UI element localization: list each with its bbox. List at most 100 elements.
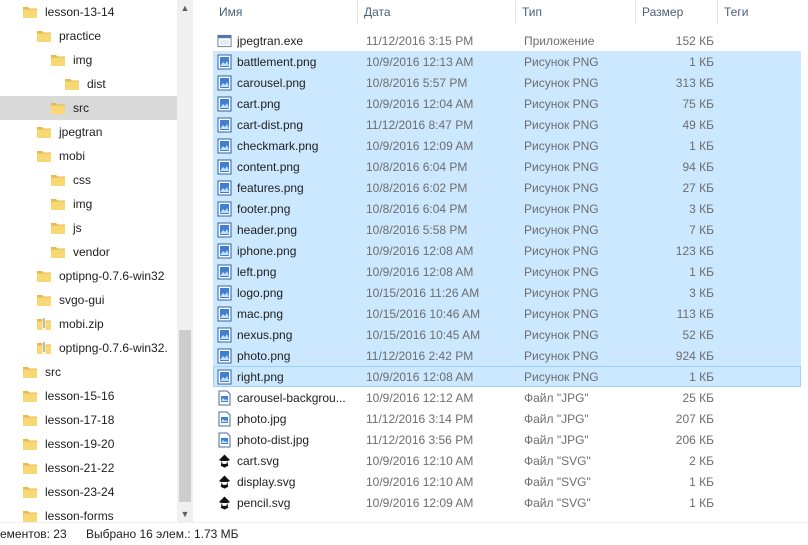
tree-item[interactable]: css <box>0 168 177 192</box>
tree-item[interactable]: dist <box>0 72 177 96</box>
png-icon <box>217 117 232 133</box>
folder-icon <box>22 412 38 428</box>
file-date: 11/12/2016 8:47 PM <box>366 118 474 132</box>
file-row[interactable]: mac.png 10/15/2016 10:46 AM Рисунок PNG 113… <box>213 303 801 324</box>
folder-icon <box>36 28 52 44</box>
file-row[interactable]: photo.jpg 11/12/2016 3:14 PM Файл "JPG" 207… <box>213 408 801 429</box>
file-row[interactable]: photo-dist.jpg 11/12/2016 3:56 PM Файл "JP… <box>213 429 801 450</box>
file-row[interactable]: left.png 10/9/2016 12:08 AM Рисунок PNG 1 К… <box>213 261 801 282</box>
tree-item[interactable]: src <box>0 360 177 384</box>
file-name: features.png <box>237 181 304 195</box>
file-row[interactable]: iphone.png 10/9/2016 12:08 AM Рисунок PNG 1… <box>213 240 801 261</box>
file-row[interactable]: cart-dist.png 11/12/2016 8:47 PM Рисунок P… <box>213 114 801 135</box>
tree-item-label: svgo-gui <box>59 293 105 307</box>
file-type: Рисунок PNG <box>524 223 599 237</box>
file-row[interactable]: cart.svg 10/9/2016 12:10 AM Файл "SVG" 2 КБ <box>213 450 801 471</box>
tree-item-label: lesson-15-16 <box>45 389 115 403</box>
tree-item[interactable]: vendor <box>0 240 177 264</box>
file-type: Файл "JPG" <box>524 391 589 405</box>
file-type: Файл "SVG" <box>524 454 591 468</box>
folder-icon <box>50 220 66 236</box>
folder-icon <box>50 172 66 188</box>
file-size: 94 КБ <box>682 160 714 174</box>
tree-item-label: lesson-17-18 <box>45 413 115 427</box>
file-type: Рисунок PNG <box>524 328 599 342</box>
svg-inkscape-icon <box>217 474 232 490</box>
tree-item[interactable]: lesson-13-14 <box>0 0 177 24</box>
tree-item[interactable]: lesson-15-16 <box>0 384 177 408</box>
file-date: 10/15/2016 10:46 AM <box>366 307 481 321</box>
navigation-scrollbar[interactable]: ▲ ▼ <box>177 0 193 522</box>
file-name: left.png <box>237 265 277 279</box>
navigation-pane: lesson-13-14 practice img dist src jpegtran mo… <box>0 0 193 522</box>
file-name: checkmark.png <box>237 139 319 153</box>
file-row[interactable]: features.png 10/8/2016 6:02 PM Рисунок PNG… <box>213 177 801 198</box>
file-date: 11/12/2016 3:15 PM <box>366 34 474 48</box>
folder-icon <box>50 196 66 212</box>
tree-item[interactable]: src <box>0 96 177 120</box>
jpg-icon <box>217 432 232 448</box>
column-header-size[interactable]: Размер <box>636 0 718 24</box>
file-row[interactable]: right.png 10/9/2016 12:08 AM Рисунок PNG 1 … <box>213 366 801 387</box>
tree-item[interactable]: lesson-21-22 <box>0 456 177 480</box>
tree-item[interactable]: mobi <box>0 144 177 168</box>
file-row[interactable]: logo.png 10/15/2016 11:26 AM Рисунок PNG 3 … <box>213 282 801 303</box>
folder-icon <box>50 244 66 260</box>
tree-item[interactable]: mobi.zip <box>0 312 177 336</box>
file-type: Рисунок PNG <box>524 286 599 300</box>
jpg-icon <box>217 411 232 427</box>
png-icon <box>217 96 232 112</box>
column-header-tags[interactable]: Теги <box>718 0 808 24</box>
file-name: battlement.png <box>237 55 317 69</box>
tree-item[interactable]: lesson-forms <box>0 504 177 522</box>
tree-item-label: optipng-0.7.6-win32. <box>59 341 168 355</box>
file-row[interactable]: carousel.png 10/8/2016 5:57 PM Рисунок PNG… <box>213 72 801 93</box>
file-row[interactable]: battlement.png 10/9/2016 12:13 AM Рисунок … <box>213 51 801 72</box>
scrollbar-thumb[interactable] <box>179 330 191 502</box>
tree-item[interactable]: svgo-gui <box>0 288 177 312</box>
column-header-date[interactable]: Дата <box>358 0 516 24</box>
tree-item[interactable]: img <box>0 192 177 216</box>
tree-item[interactable]: lesson-17-18 <box>0 408 177 432</box>
file-row[interactable]: display.svg 10/9/2016 12:10 AM Файл "SVG" 1… <box>213 471 801 492</box>
column-header-name[interactable]: Имя <box>213 0 358 24</box>
file-type: Рисунок PNG <box>524 370 599 384</box>
file-date: 10/9/2016 12:09 AM <box>366 496 474 510</box>
file-row[interactable]: photo.png 11/12/2016 2:42 PM Рисунок PNG 92… <box>213 345 801 366</box>
tree-item[interactable]: jpegtran <box>0 120 177 144</box>
tree-item[interactable]: optipng-0.7.6-win32. <box>0 336 177 360</box>
tree-item[interactable]: js <box>0 216 177 240</box>
folder-icon <box>64 76 80 92</box>
tree-item[interactable]: img <box>0 48 177 72</box>
tree-item[interactable]: optipng-0.7.6-win32 <box>0 264 177 288</box>
tree-item[interactable]: practice <box>0 24 177 48</box>
file-row[interactable]: carousel-backgrou... 10/9/2016 12:12 AM Фа… <box>213 387 801 408</box>
file-name: carousel.png <box>237 76 306 90</box>
file-type: Приложение <box>524 34 595 48</box>
folder-icon <box>36 268 52 284</box>
file-row[interactable]: jpegtran.exe 11/12/2016 3:15 PM Приложение… <box>213 30 801 51</box>
scroll-down-arrow-icon[interactable]: ▼ <box>177 506 193 522</box>
file-row[interactable]: header.png 10/8/2016 5:58 PM Рисунок PNG 7 … <box>213 219 801 240</box>
file-name: pencil.svg <box>237 496 291 510</box>
file-row[interactable]: nexus.png 10/15/2016 10:45 AM Рисунок PNG 5… <box>213 324 801 345</box>
tree-item-label: css <box>73 173 91 187</box>
file-row[interactable]: footer.png 10/8/2016 6:04 PM Рисунок PNG 3 … <box>213 198 801 219</box>
png-icon <box>217 138 232 154</box>
file-date: 10/9/2016 12:09 AM <box>366 139 474 153</box>
file-row[interactable]: checkmark.png 10/9/2016 12:09 AM Рисунок P… <box>213 135 801 156</box>
tree-item-label: dist <box>87 77 106 91</box>
file-name: cart.png <box>237 97 281 111</box>
tree-item[interactable]: lesson-19-20 <box>0 432 177 456</box>
file-row[interactable]: content.png 10/8/2016 6:04 PM Рисунок PNG 9… <box>213 156 801 177</box>
file-row[interactable]: cart.png 10/9/2016 12:04 AM Рисунок PNG 75 … <box>213 93 801 114</box>
file-row[interactable]: pencil.svg 10/9/2016 12:09 AM Файл "SVG" 1 … <box>213 492 801 513</box>
file-type: Рисунок PNG <box>524 118 599 132</box>
tree-item-label: lesson-13-14 <box>45 5 115 19</box>
file-type: Рисунок PNG <box>524 139 599 153</box>
tree-item[interactable]: lesson-23-24 <box>0 480 177 504</box>
folder-icon <box>22 484 38 500</box>
scroll-up-arrow-icon[interactable]: ▲ <box>177 0 193 16</box>
file-size: 123 КБ <box>675 244 714 258</box>
file-date: 10/8/2016 5:57 PM <box>366 76 468 90</box>
